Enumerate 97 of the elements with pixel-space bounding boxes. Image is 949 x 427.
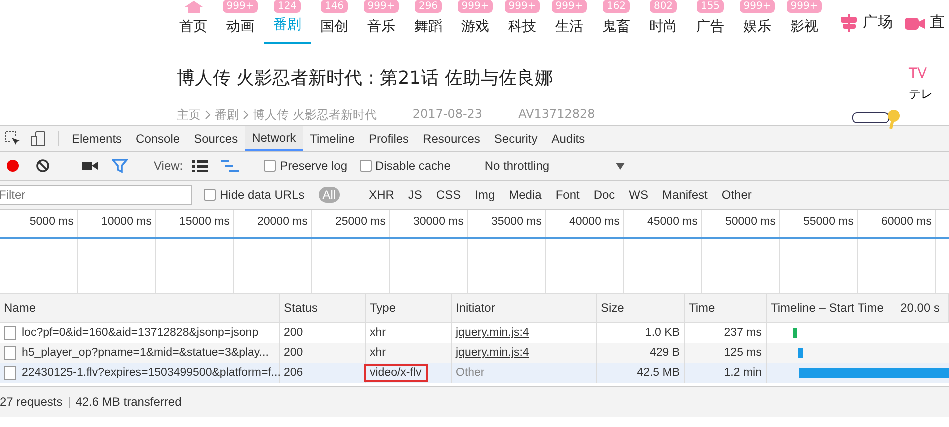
option-checkbox[interactable]: Preserve log <box>264 159 348 173</box>
type-filter[interactable]: Img <box>471 187 500 203</box>
column-header[interactable]: Status <box>280 294 366 323</box>
video-id: AV13712828 <box>518 107 596 123</box>
initiator-link[interactable]: jquery.min.js:4 <box>456 327 530 339</box>
type-filter[interactable]: JS <box>404 187 426 203</box>
type-cell: video/x-flv <box>364 364 428 382</box>
count-badge: 999+ <box>364 0 400 13</box>
devtools-tab[interactable]: Console <box>129 126 188 151</box>
devtools-tab[interactable]: Elements <box>65 126 130 151</box>
time-cell: 1.2 min <box>685 363 767 383</box>
nav-tab[interactable]: 首页 <box>170 0 217 44</box>
initiator-text: Other <box>456 367 485 379</box>
transferred-size: 42.6 MB transferred <box>76 395 182 409</box>
checkbox-label: Hide data URLs <box>220 188 305 202</box>
count-badge: 999+ <box>786 0 822 13</box>
type-filter[interactable]: Media <box>505 187 546 203</box>
channel-subtitle: テレ <box>909 86 933 103</box>
count-badge: 999+ <box>504 0 540 13</box>
count-badge: 802 <box>650 0 678 13</box>
column-header[interactable]: Size <box>597 294 685 323</box>
time-cell: 125 ms <box>685 343 767 363</box>
status-cell: 200 <box>280 343 366 363</box>
status-cell: 206 <box>280 363 366 383</box>
file-icon <box>4 366 16 380</box>
column-title: Timeline – Start Time <box>771 301 884 315</box>
devtools-tab[interactable]: Audits <box>544 126 592 151</box>
column-header[interactable]: Type <box>366 294 452 323</box>
home-icon <box>184 1 202 13</box>
nav-tab[interactable]: 999+ 音乐 <box>358 0 405 44</box>
channel-name: TV <box>909 66 928 82</box>
count-badge: 146 <box>320 0 348 13</box>
nav-tab[interactable]: 999+ 影视 <box>781 0 828 44</box>
signpost-icon <box>840 14 858 32</box>
option-checkbox[interactable]: Disable cache <box>360 159 451 173</box>
checkbox-label: Preserve log <box>280 159 348 173</box>
column-header[interactable]: Initiator <box>452 294 597 323</box>
request-count: 27 requests <box>0 395 63 409</box>
type-cell-text: xhr <box>369 326 387 341</box>
nav-link[interactable]: 直 <box>905 13 945 44</box>
checkbox[interactable] <box>204 189 216 201</box>
view-label: View: <box>154 159 184 173</box>
type-filter[interactable]: Other <box>718 187 756 203</box>
video-title: 博人传 火影忍者新时代 : 第21话 佐助与佐良娜 <box>177 67 554 90</box>
timeline-tick: 20.00 s <box>900 301 940 315</box>
nav-tab[interactable]: 296 舞蹈 <box>405 0 452 44</box>
nav-tab[interactable]: 999+ 生活 <box>546 0 593 44</box>
request-name[interactable]: loc?pf=0&id=160&aid=13712828&jsonp=jsonp <box>22 327 259 339</box>
type-filter[interactable]: Doc <box>590 187 620 203</box>
devtools-tab[interactable]: Network <box>245 126 304 151</box>
type-cell-text: xhr <box>369 346 387 361</box>
nav-tab[interactable]: 999+ 科技 <box>499 0 546 44</box>
devtools-tab[interactable]: Timeline <box>303 126 362 151</box>
count-badge: 124 <box>274 0 302 13</box>
column-header[interactable]: Time <box>685 294 767 323</box>
column-header[interactable]: Name <box>0 294 280 323</box>
checkbox[interactable] <box>264 160 276 172</box>
count-badge: 296 <box>414 0 442 13</box>
upload-date: 2017-08-23 <box>412 107 483 123</box>
devtools-tab[interactable]: Sources <box>187 126 246 151</box>
nav-tab[interactable]: 155 广告 <box>687 0 734 44</box>
filter-input[interactable]: Filter <box>0 185 192 205</box>
type-filter[interactable]: XHR <box>365 187 398 203</box>
size-cell: 42.5 MB <box>597 363 685 383</box>
column-header[interactable]: Timeline – Start Time 20.00 s <box>767 294 949 323</box>
checkbox-label: Disable cache <box>376 159 451 173</box>
type-filter[interactable]: Font <box>552 187 584 203</box>
chevron-icon <box>205 110 211 120</box>
count-badge: 999+ <box>458 0 494 13</box>
nav-tab[interactable]: 999+ 游戏 <box>452 0 499 44</box>
dropdown-caret-icon <box>616 162 625 170</box>
count-badge: 999+ <box>222 0 258 13</box>
count-badge: 999+ <box>552 0 588 13</box>
type-filter[interactable]: CSS <box>432 187 466 203</box>
devtools-tab[interactable]: Profiles <box>362 126 416 151</box>
count-badge: 155 <box>696 0 724 13</box>
chevron-icon <box>243 110 249 120</box>
file-icon <box>4 346 16 360</box>
nav-tab[interactable]: 162 鬼畜 <box>593 0 640 44</box>
hide-data-urls-checkbox[interactable]: Hide data URLs <box>204 188 305 202</box>
size-cell: 429 B <box>597 343 685 363</box>
devtools-tab[interactable]: Security <box>487 126 545 151</box>
count-badge: 999+ <box>740 0 776 13</box>
waterfall-bar <box>793 328 797 338</box>
nav-tab[interactable]: 146 国创 <box>311 0 358 44</box>
type-filter[interactable]: Manifest <box>658 187 712 203</box>
nav-link[interactable]: 广场 <box>840 13 893 44</box>
throttling-select[interactable]: No throttling <box>480 159 630 173</box>
checkbox[interactable] <box>360 160 372 172</box>
waterfall-bar <box>798 348 803 358</box>
type-filter[interactable]: WS <box>625 187 653 203</box>
file-icon <box>4 326 16 340</box>
devtools-tab[interactable]: Resources <box>416 126 488 151</box>
count-badge: 162 <box>602 0 630 13</box>
nav-tab[interactable]: 802 时尚 <box>640 0 687 44</box>
nav-tab[interactable]: 999+ 娱乐 <box>734 0 781 44</box>
nav-tab[interactable]: 999+ 动画 <box>217 0 264 44</box>
